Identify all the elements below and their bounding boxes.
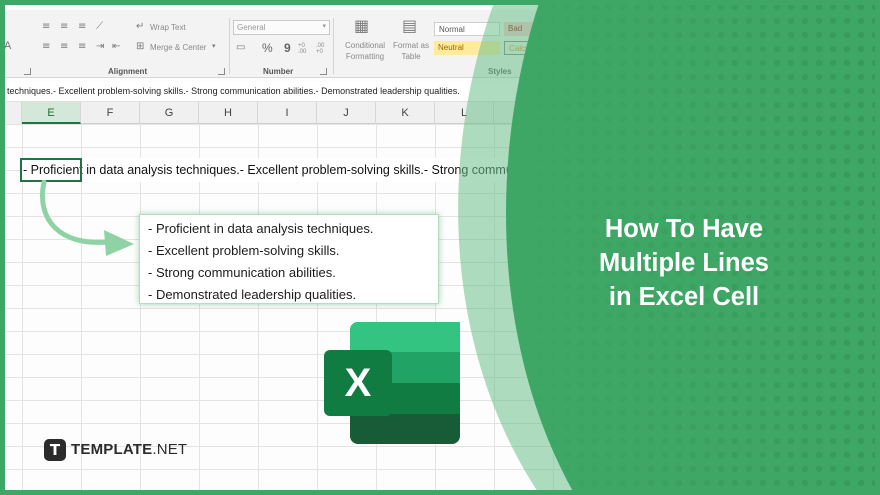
number-format-value: General: [237, 23, 266, 32]
indent-icon[interactable]: ⇥: [96, 42, 104, 52]
decrease-decimal-button[interactable]: .00 +0: [316, 43, 330, 55]
accounting-format-icon[interactable]: ▭: [236, 43, 245, 53]
format-as-table-button[interactable]: Format as Table: [392, 40, 430, 62]
alignment-launcher-icon[interactable]: [218, 68, 225, 75]
comma-style-button[interactable]: 9: [284, 41, 291, 55]
increase-decimal-button[interactable]: +0 .00: [298, 43, 312, 55]
callout-line: - Proficient in data analysis techniques…: [148, 221, 374, 236]
callout-line: - Strong communication abilities.: [148, 265, 336, 280]
chevron-down-icon: ▾: [322, 23, 326, 30]
cell-e-content[interactable]: - Proficient in data analysis techniques…: [20, 158, 540, 182]
brand-name-bold: TEMPLATE: [71, 441, 153, 458]
format-as-table-icon[interactable]: ▤: [402, 18, 417, 34]
align-center-icon[interactable]: ≡: [60, 42, 68, 52]
template-mark-icon: T: [44, 439, 66, 461]
formula-bar-text: s techniques.- Excellent problem-solving…: [0, 86, 460, 96]
active-cell-selection: [20, 158, 82, 182]
group-styles-label: Styles: [488, 67, 512, 76]
column-header-j[interactable]: J: [317, 102, 376, 124]
style-bad[interactable]: Bad: [504, 22, 570, 36]
curved-arrow-icon: [40, 180, 134, 256]
conditional-formatting-icon[interactable]: ▦: [354, 18, 369, 34]
style-neutral[interactable]: Neutral: [434, 41, 500, 55]
merge-center-icon[interactable]: ⊞: [136, 42, 144, 52]
group-number-label: Number: [263, 67, 294, 76]
style-calculation[interactable]: Calcu: [504, 41, 570, 55]
callout-line: - Excellent problem-solving skills.: [148, 243, 340, 258]
percent-button[interactable]: %: [262, 41, 273, 55]
ribbon-separator: [333, 18, 334, 74]
number-launcher-icon[interactable]: [320, 68, 327, 75]
multiline-cell-callout: - Proficient in data analysis techniques…: [139, 214, 439, 304]
group-alignment-label: Alignment: [108, 67, 148, 76]
column-header-corner[interactable]: [0, 102, 22, 124]
column-header-i[interactable]: I: [258, 102, 317, 124]
style-bad-label: Bad: [508, 24, 523, 33]
align-top-icon[interactable]: ≡: [42, 22, 50, 32]
stage: A ≡ ≡ ≡ ⟋ ≡ ≡ ≡ ⇥ ⇤ ↵ Wrap Text ⊞ Merge …: [0, 0, 880, 495]
font-a-glyph: A: [4, 40, 12, 52]
page-title: How To Have Multiple Lines in Excel Cell: [598, 215, 769, 311]
column-header-g[interactable]: G: [140, 102, 199, 124]
number-format-select[interactable]: General ▾: [233, 20, 330, 35]
align-left-icon[interactable]: ≡: [42, 42, 50, 52]
column-headers: EFGHIJKL: [0, 102, 560, 124]
ribbon-separator: [229, 18, 230, 74]
column-header-k[interactable]: K: [376, 102, 435, 124]
style-normal-label: Normal: [439, 25, 465, 34]
column-header-e[interactable]: E: [22, 102, 81, 124]
orientation-icon[interactable]: ⟋: [96, 22, 103, 32]
styles-launcher-icon[interactable]: [24, 68, 31, 75]
column-header-h[interactable]: H: [199, 102, 258, 124]
align-right-icon[interactable]: ≡: [78, 42, 86, 52]
column-header-f[interactable]: F: [81, 102, 140, 124]
outdent-icon[interactable]: ⇤: [112, 42, 120, 52]
style-calculation-label: Calcu: [509, 44, 530, 53]
conditional-formatting-button[interactable]: Conditional Formatting: [340, 40, 390, 62]
brand-name-rest: .NET: [152, 441, 188, 458]
wrap-text-icon[interactable]: ↵: [136, 22, 144, 32]
style-normal[interactable]: Normal: [434, 22, 500, 36]
ribbon: A ≡ ≡ ≡ ⟋ ≡ ≡ ≡ ⇥ ⇤ ↵ Wrap Text ⊞ Merge …: [0, 10, 570, 78]
brand-name: TEMPLATE.NET: [71, 441, 187, 458]
align-bottom-icon[interactable]: ≡: [78, 22, 86, 32]
wrap-text-button[interactable]: Wrap Text: [150, 23, 186, 32]
column-header-l[interactable]: L: [435, 102, 494, 124]
callout-line: - Demonstrated leadership qualities.: [148, 287, 357, 302]
chevron-down-icon[interactable]: ▾: [212, 43, 216, 50]
excel-logo-icon: X: [324, 322, 460, 444]
merge-center-button[interactable]: Merge & Center: [150, 43, 206, 52]
excel-logo-letter: X: [345, 361, 372, 405]
align-middle-icon[interactable]: ≡: [60, 22, 68, 32]
formula-bar[interactable]: s techniques.- Excellent problem-solving…: [0, 82, 560, 102]
style-neutral-label: Neutral: [438, 43, 464, 52]
